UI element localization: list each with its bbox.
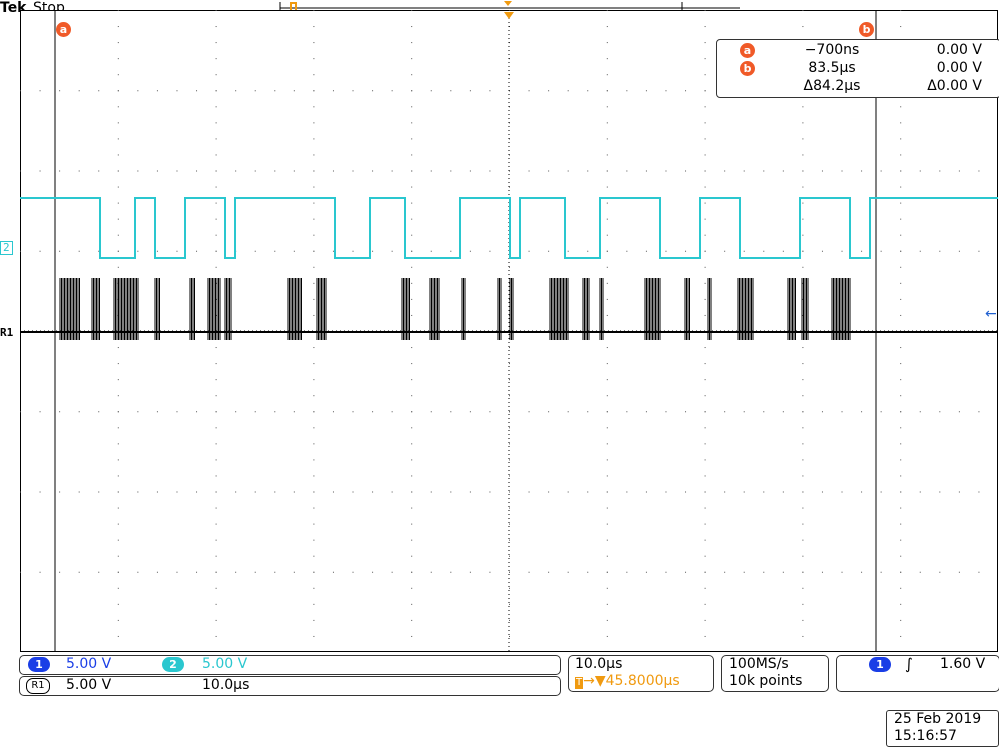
cursor-b-time: 83.5µs bbox=[808, 60, 856, 76]
channel-scale-panel[interactable]: 1 5.00 V 2 5.00 V bbox=[19, 655, 561, 675]
ch1-scale: 5.00 V bbox=[66, 656, 112, 672]
horizontal-position-arrow: → bbox=[583, 673, 595, 689]
trigger-source-badge[interactable]: 1 bbox=[869, 657, 891, 672]
date: 25 Feb 2019 bbox=[894, 711, 982, 727]
cursor-a-handle[interactable]: a bbox=[56, 22, 71, 37]
cursor-a-row: a −700ns 0.00 V bbox=[717, 42, 999, 60]
cursor-a-badge: a bbox=[740, 43, 755, 58]
trigger-panel[interactable]: 1 ∫ 1.60 V bbox=[836, 655, 999, 692]
cursor-delta-voltage: Δ0.00 V bbox=[927, 78, 982, 94]
horizontal-position: T→▼45.8000µs bbox=[575, 673, 680, 689]
ch2-scale: 5.00 V bbox=[202, 656, 248, 672]
record-length: 10k points bbox=[729, 673, 803, 689]
cursor-readout: a −700ns 0.00 V b 83.5µs 0.00 V Δ84.2µs … bbox=[716, 39, 999, 98]
rising-edge-icon: ∫ bbox=[905, 655, 913, 673]
waveform-graticule[interactable] bbox=[20, 10, 998, 652]
time: 15:16:57 bbox=[894, 728, 957, 744]
ref1-timebase: 10.0µs bbox=[202, 677, 250, 693]
cursor-a-time: −700ns bbox=[804, 42, 860, 58]
cursor-a-voltage: 0.00 V bbox=[936, 42, 982, 58]
cursor-b-voltage: 0.00 V bbox=[936, 60, 982, 76]
ch1-badge[interactable]: 1 bbox=[28, 657, 50, 672]
trigger-position-icon: T bbox=[575, 677, 584, 689]
ref-scale-panel[interactable]: R1 5.00 V 10.0µs bbox=[19, 676, 561, 696]
trigger-level: 1.60 V bbox=[940, 656, 986, 672]
datetime-panel: 25 Feb 2019 15:16:57 bbox=[886, 710, 999, 747]
ch2-ground-marker[interactable]: 2 bbox=[0, 241, 13, 255]
cursor-delta-row: Δ84.2µs Δ0.00 V bbox=[717, 78, 999, 96]
ref1-ground-marker[interactable]: R1 bbox=[0, 327, 13, 339]
horizontal-scale: 10.0µs bbox=[575, 656, 623, 672]
horizontal-panel[interactable]: 10.0µs T→▼45.8000µs bbox=[568, 655, 714, 692]
cursor-b-row: b 83.5µs 0.00 V bbox=[717, 60, 999, 78]
ref1-badge[interactable]: R1 bbox=[26, 678, 50, 694]
cursor-b-handle[interactable]: b bbox=[859, 22, 874, 37]
trigger-level-arrow-icon[interactable]: ← bbox=[985, 306, 997, 322]
ref1-scale: 5.00 V bbox=[66, 677, 112, 693]
cursor-delta-time: Δ84.2µs bbox=[803, 78, 861, 94]
horizontal-position-value: ▼45.8000µs bbox=[594, 673, 680, 689]
cursor-b-badge: b bbox=[740, 61, 755, 76]
sample-rate: 100MS/s bbox=[729, 656, 789, 672]
acquisition-panel[interactable]: 100MS/s 10k points bbox=[721, 655, 829, 692]
ch2-badge[interactable]: 2 bbox=[162, 657, 184, 672]
